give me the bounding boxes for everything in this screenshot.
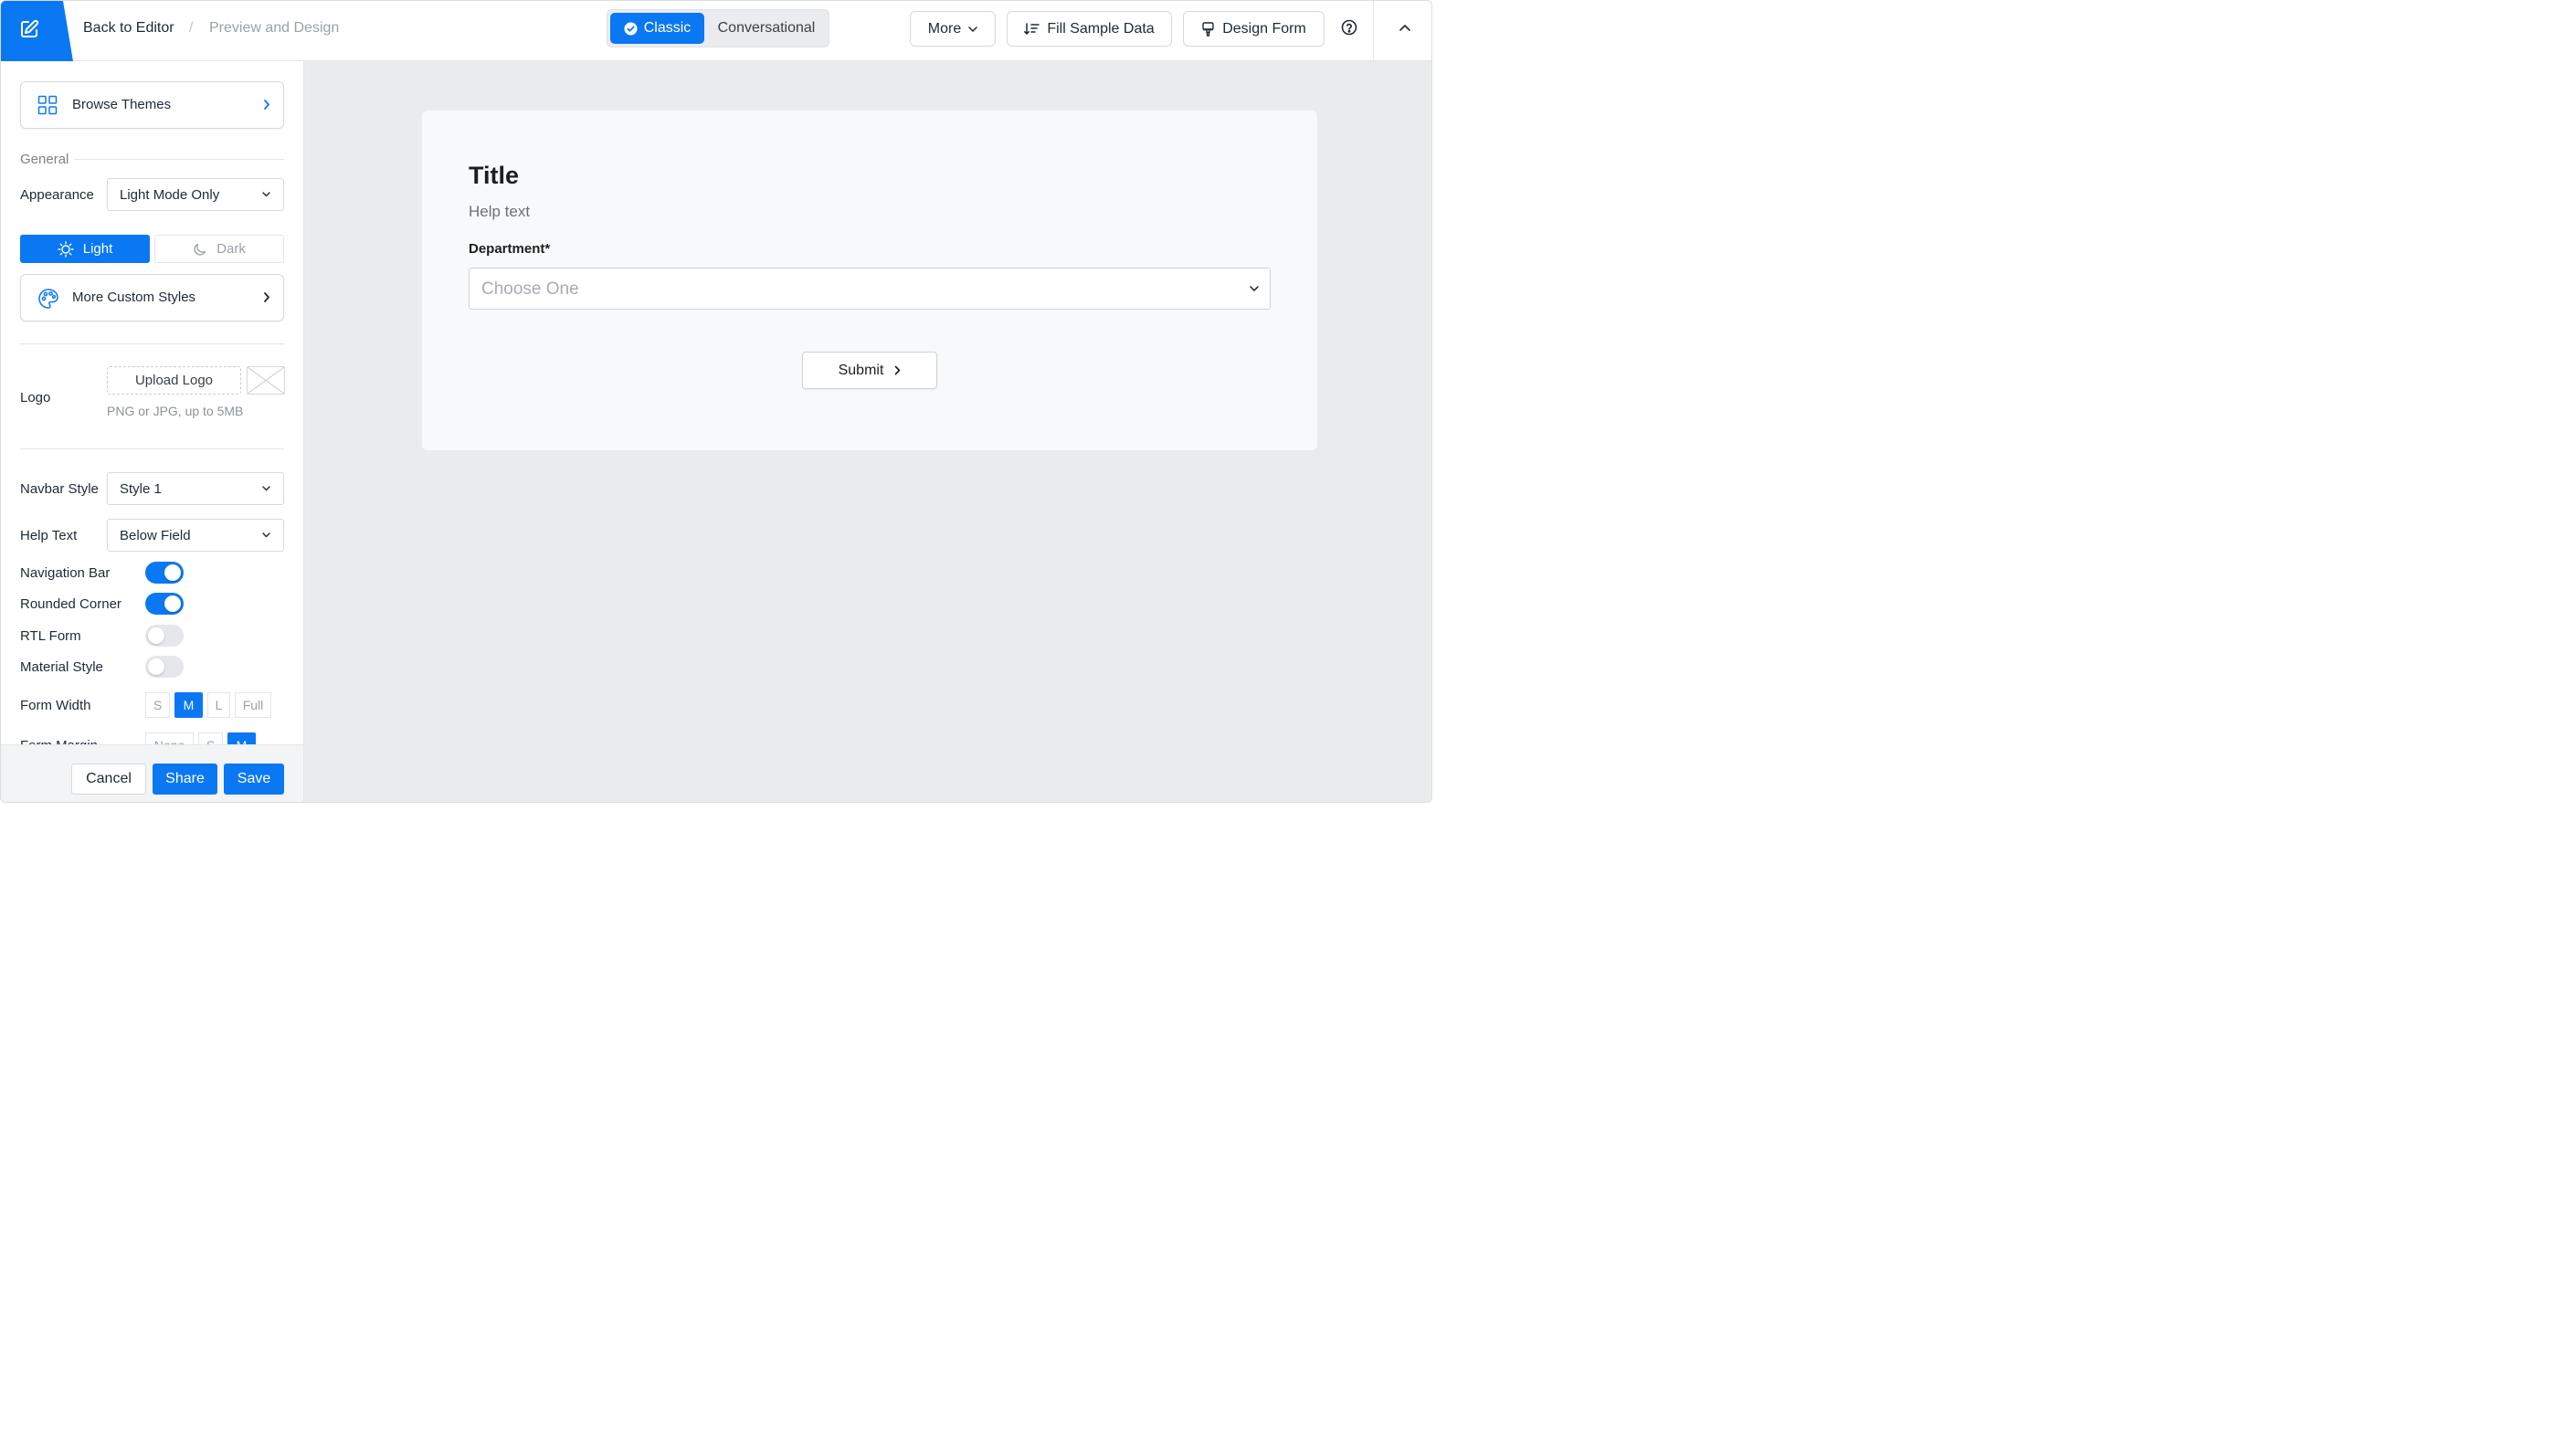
logo-placeholder-image — [247, 366, 285, 395]
upload-hint: PNG or JPG, up to 5MB — [107, 404, 244, 418]
browse-themes-button[interactable]: Browse Themes — [20, 81, 284, 129]
more-label: More — [927, 20, 962, 37]
dark-mode-button[interactable]: Dark — [154, 235, 284, 263]
help-text-label: Help Text — [20, 528, 78, 543]
design-sidebar: Browse Themes General Appearance Light M… — [1, 61, 304, 802]
toggle-knob — [164, 595, 181, 612]
app-window: Back to Editor / Preview and Design Clas… — [0, 0, 1432, 803]
classic-mode-button[interactable]: Classic — [610, 13, 704, 44]
palette-icon — [38, 289, 58, 309]
share-button[interactable]: Share — [153, 764, 217, 795]
design-form-button[interactable]: Design Form — [1183, 11, 1325, 47]
help-text-value: Below Field — [120, 527, 191, 543]
more-button[interactable]: More — [910, 11, 996, 47]
navigation-bar-toggle[interactable] — [145, 562, 184, 584]
submit-label: Submit — [838, 362, 884, 378]
chevron-down-icon — [262, 532, 270, 538]
navigation-bar-label: Navigation Bar — [20, 565, 111, 581]
back-to-editor-link[interactable]: Back to Editor — [83, 20, 174, 37]
rounded-corner-label: Rounded Corner — [20, 596, 121, 612]
chevron-right-icon — [264, 100, 269, 110]
form-width-s[interactable]: S — [145, 692, 170, 718]
help-text-select[interactable]: Below Field — [107, 519, 284, 552]
upload-logo-button[interactable]: Upload Logo — [107, 366, 241, 395]
chevron-up-icon[interactable] — [1395, 18, 1415, 38]
chevron-down-icon — [1250, 286, 1259, 291]
appearance-value: Light Mode Only — [120, 186, 220, 203]
more-custom-styles-label: More Custom Styles — [72, 290, 196, 305]
light-mode-button[interactable]: Light — [20, 235, 150, 263]
dark-label: Dark — [216, 241, 246, 257]
section-divider — [20, 448, 284, 449]
paint-brush-icon — [1202, 21, 1214, 37]
sun-icon — [58, 240, 74, 258]
navbar-style-label: Navbar Style — [20, 481, 99, 497]
breadcrumb-current: Preview and Design — [209, 20, 340, 36]
layout-mode-toggle: Classic Conversational — [607, 9, 829, 47]
design-form-label: Design Form — [1222, 20, 1306, 37]
form-card: Title Help text Department* Choose One S… — [422, 111, 1317, 450]
edit-icon — [21, 19, 39, 37]
appearance-label: Appearance — [20, 187, 94, 203]
fill-sample-data-button[interactable]: Fill Sample Data — [1007, 11, 1172, 47]
header-divider — [1373, 1, 1374, 61]
grid-icon — [37, 95, 58, 115]
toggle-knob — [164, 564, 181, 581]
check-circle-icon — [624, 21, 638, 36]
form-width-full[interactable]: Full — [235, 692, 271, 718]
fill-sample-label: Fill Sample Data — [1047, 20, 1155, 37]
general-section-label: General — [20, 152, 69, 167]
moon-icon — [194, 243, 206, 256]
classic-label: Classic — [643, 20, 692, 36]
chevron-right-icon — [895, 365, 901, 375]
more-custom-styles-button[interactable]: More Custom Styles — [20, 274, 284, 321]
chevron-down-icon — [262, 486, 270, 491]
sort-lines-icon — [1024, 22, 1040, 35]
cancel-button[interactable]: Cancel — [71, 764, 146, 795]
chevron-down-icon — [968, 26, 977, 32]
material-style-label: Material Style — [20, 659, 103, 675]
department-select[interactable]: Choose One — [469, 268, 1271, 310]
department-placeholder: Choose One — [481, 279, 579, 299]
section-divider — [20, 343, 284, 344]
form-width-m[interactable]: M — [174, 692, 203, 718]
toggle-knob — [148, 658, 164, 675]
form-width-l[interactable]: L — [207, 692, 230, 718]
form-preview-area: Title Help text Department* Choose One S… — [304, 61, 1431, 802]
sidebar-footer: Cancel Share Save — [1, 744, 303, 802]
top-bar: Back to Editor / Preview and Design Clas… — [1, 1, 1431, 61]
conversational-mode-button[interactable]: Conversational — [706, 13, 827, 44]
editor-logo[interactable] — [1, 1, 73, 61]
form-help-text: Help text — [469, 203, 531, 220]
form-width-label: Form Width — [20, 698, 91, 713]
form-title: Title — [469, 162, 520, 189]
submit-button[interactable]: Submit — [802, 352, 937, 389]
chevron-down-icon — [262, 192, 270, 197]
logo-label: Logo — [20, 390, 51, 406]
navbar-style-select[interactable]: Style 1 — [107, 472, 284, 505]
help-icon[interactable] — [1339, 18, 1359, 38]
department-field-label: Department* — [469, 241, 551, 257]
navbar-style-value: Style 1 — [120, 480, 162, 497]
image-placeholder-icon — [247, 366, 285, 395]
save-button[interactable]: Save — [224, 764, 284, 795]
conversational-label: Conversational — [717, 20, 816, 36]
breadcrumb-separator: / — [189, 20, 194, 36]
browse-themes-label: Browse Themes — [72, 97, 172, 112]
chevron-right-icon — [264, 292, 269, 302]
rtl-form-label: RTL Form — [20, 628, 81, 644]
light-label: Light — [82, 241, 113, 257]
toggle-knob — [148, 627, 164, 644]
general-divider — [74, 159, 284, 160]
material-style-toggle[interactable] — [145, 656, 184, 678]
rtl-form-toggle[interactable] — [145, 625, 184, 647]
rounded-corner-toggle[interactable] — [145, 593, 184, 615]
appearance-select[interactable]: Light Mode Only — [107, 178, 284, 211]
